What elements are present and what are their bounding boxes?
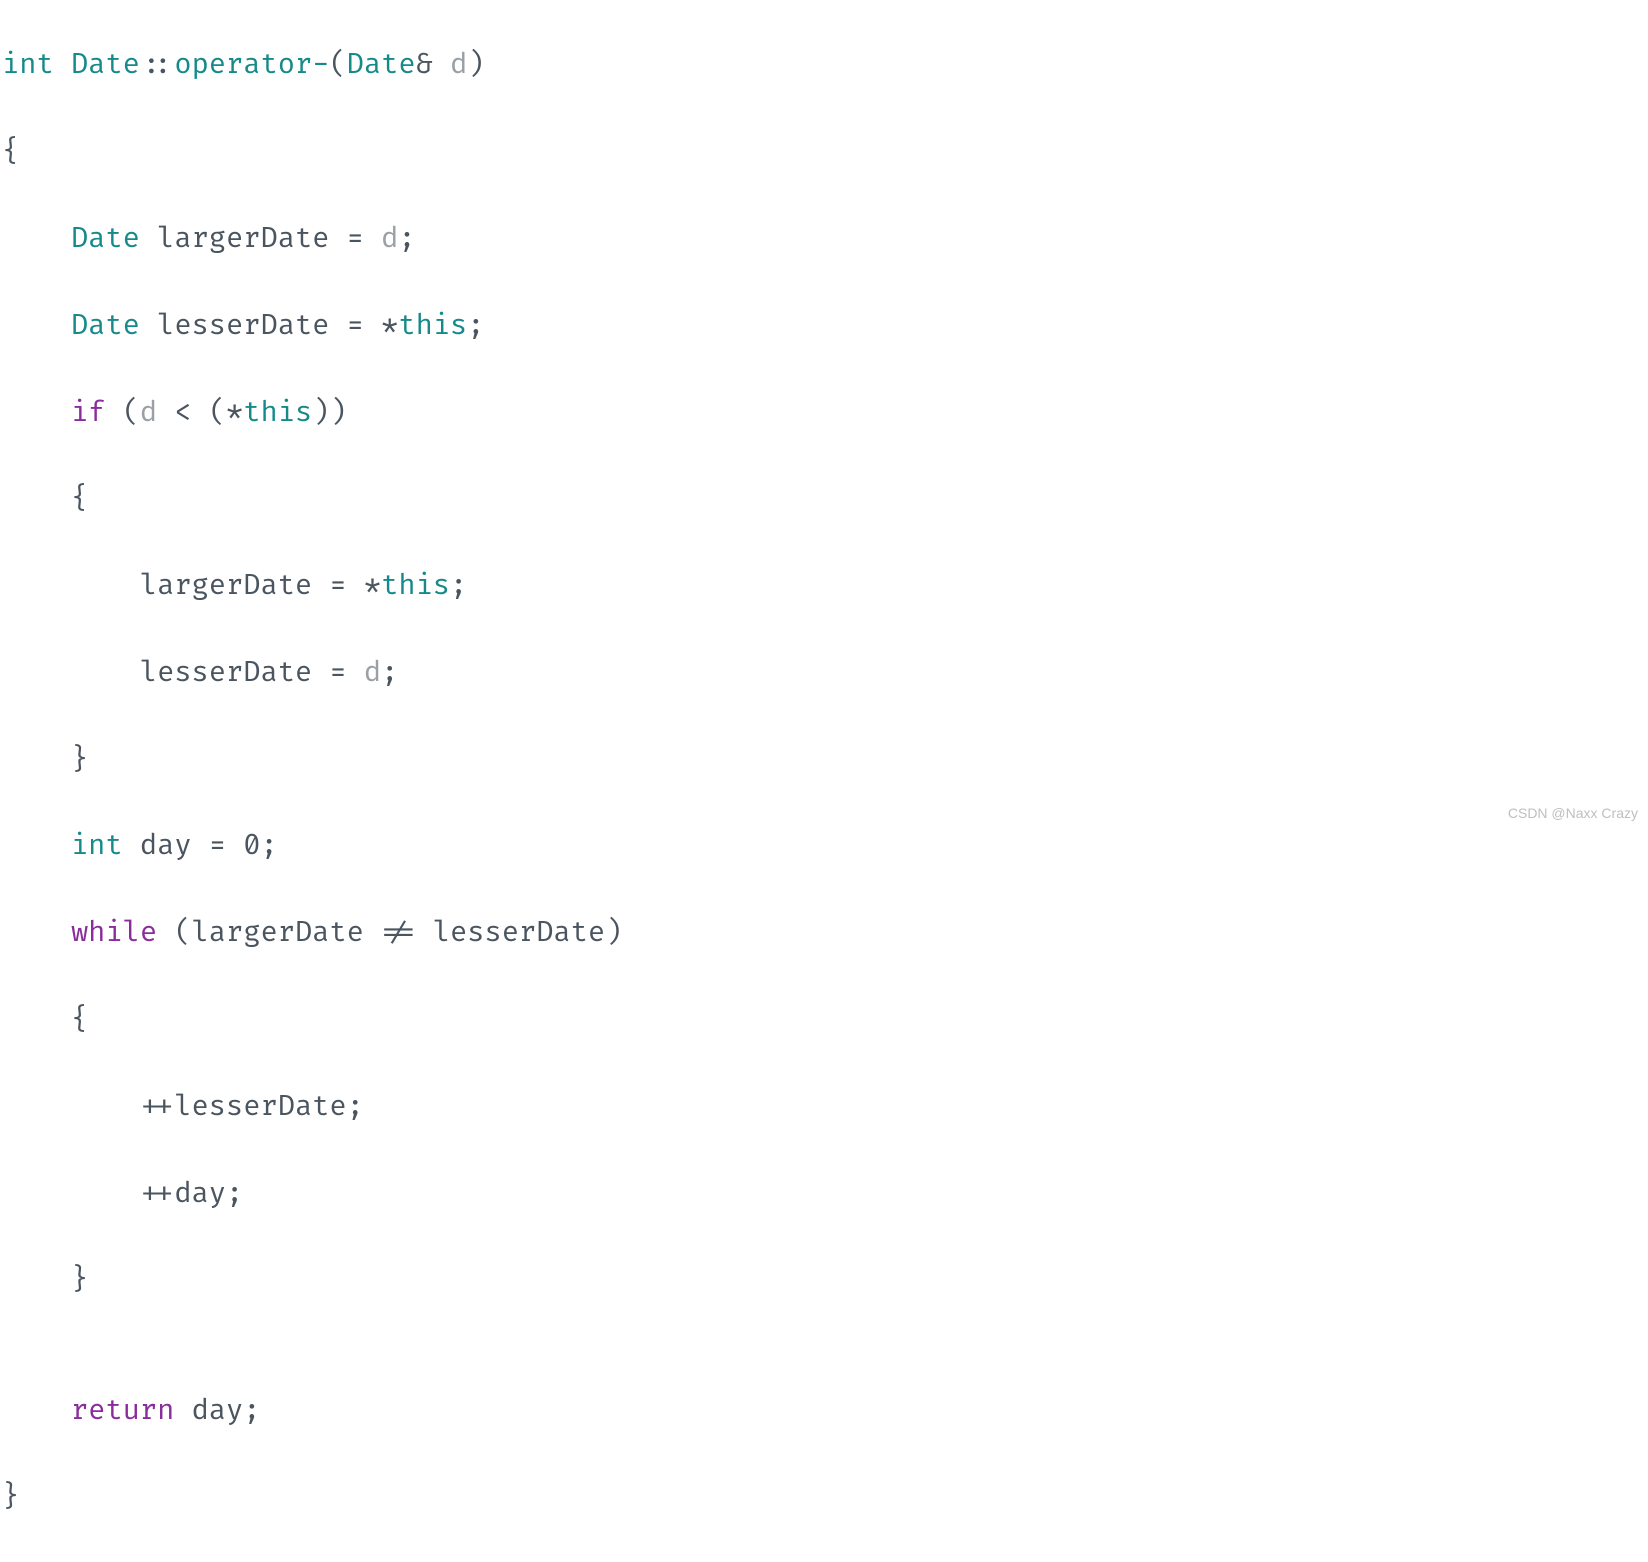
var-lesserdate: lesserDate bbox=[157, 308, 329, 343]
keyword-return: return bbox=[71, 1393, 174, 1428]
code-line: return day; bbox=[2, 1389, 1648, 1432]
code-block: int Date::operator-(Date& d) { Date larg… bbox=[0, 0, 1648, 1562]
code-line: Date largerDate = d; bbox=[2, 217, 1648, 260]
var-day: day bbox=[140, 828, 192, 863]
keyword-while: while bbox=[71, 915, 157, 950]
code-line: ++day; bbox=[2, 1172, 1648, 1215]
param-d: d bbox=[450, 47, 467, 82]
code-line: Date lesserDate = *this; bbox=[2, 304, 1648, 347]
code-line: largerDate = *this; bbox=[2, 564, 1648, 607]
code-line: ++lesserDate; bbox=[2, 1085, 1648, 1128]
keyword-this: this bbox=[398, 308, 467, 343]
keyword-if: if bbox=[71, 395, 105, 430]
code-line: while (largerDate != lesserDate) bbox=[2, 911, 1648, 954]
code-line: if (d < (*this)) bbox=[2, 391, 1648, 434]
watermark-text: CSDN @Naxx Crazy bbox=[1508, 803, 1638, 825]
code-line: } bbox=[2, 1258, 1648, 1301]
keyword-int: int bbox=[2, 47, 54, 82]
code-line: { bbox=[2, 477, 1648, 520]
code-line: lesserDate = d; bbox=[2, 651, 1648, 694]
code-line: } bbox=[2, 1475, 1648, 1518]
code-line: { bbox=[2, 998, 1648, 1041]
code-line: int Date::operator-(Date& d) bbox=[2, 43, 1648, 86]
class-date: Date bbox=[71, 47, 140, 82]
code-line: { bbox=[2, 130, 1648, 173]
fn-operator-minus: operator- bbox=[174, 47, 329, 82]
code-line: } bbox=[2, 738, 1648, 781]
var-largerdate: largerDate bbox=[157, 221, 329, 256]
